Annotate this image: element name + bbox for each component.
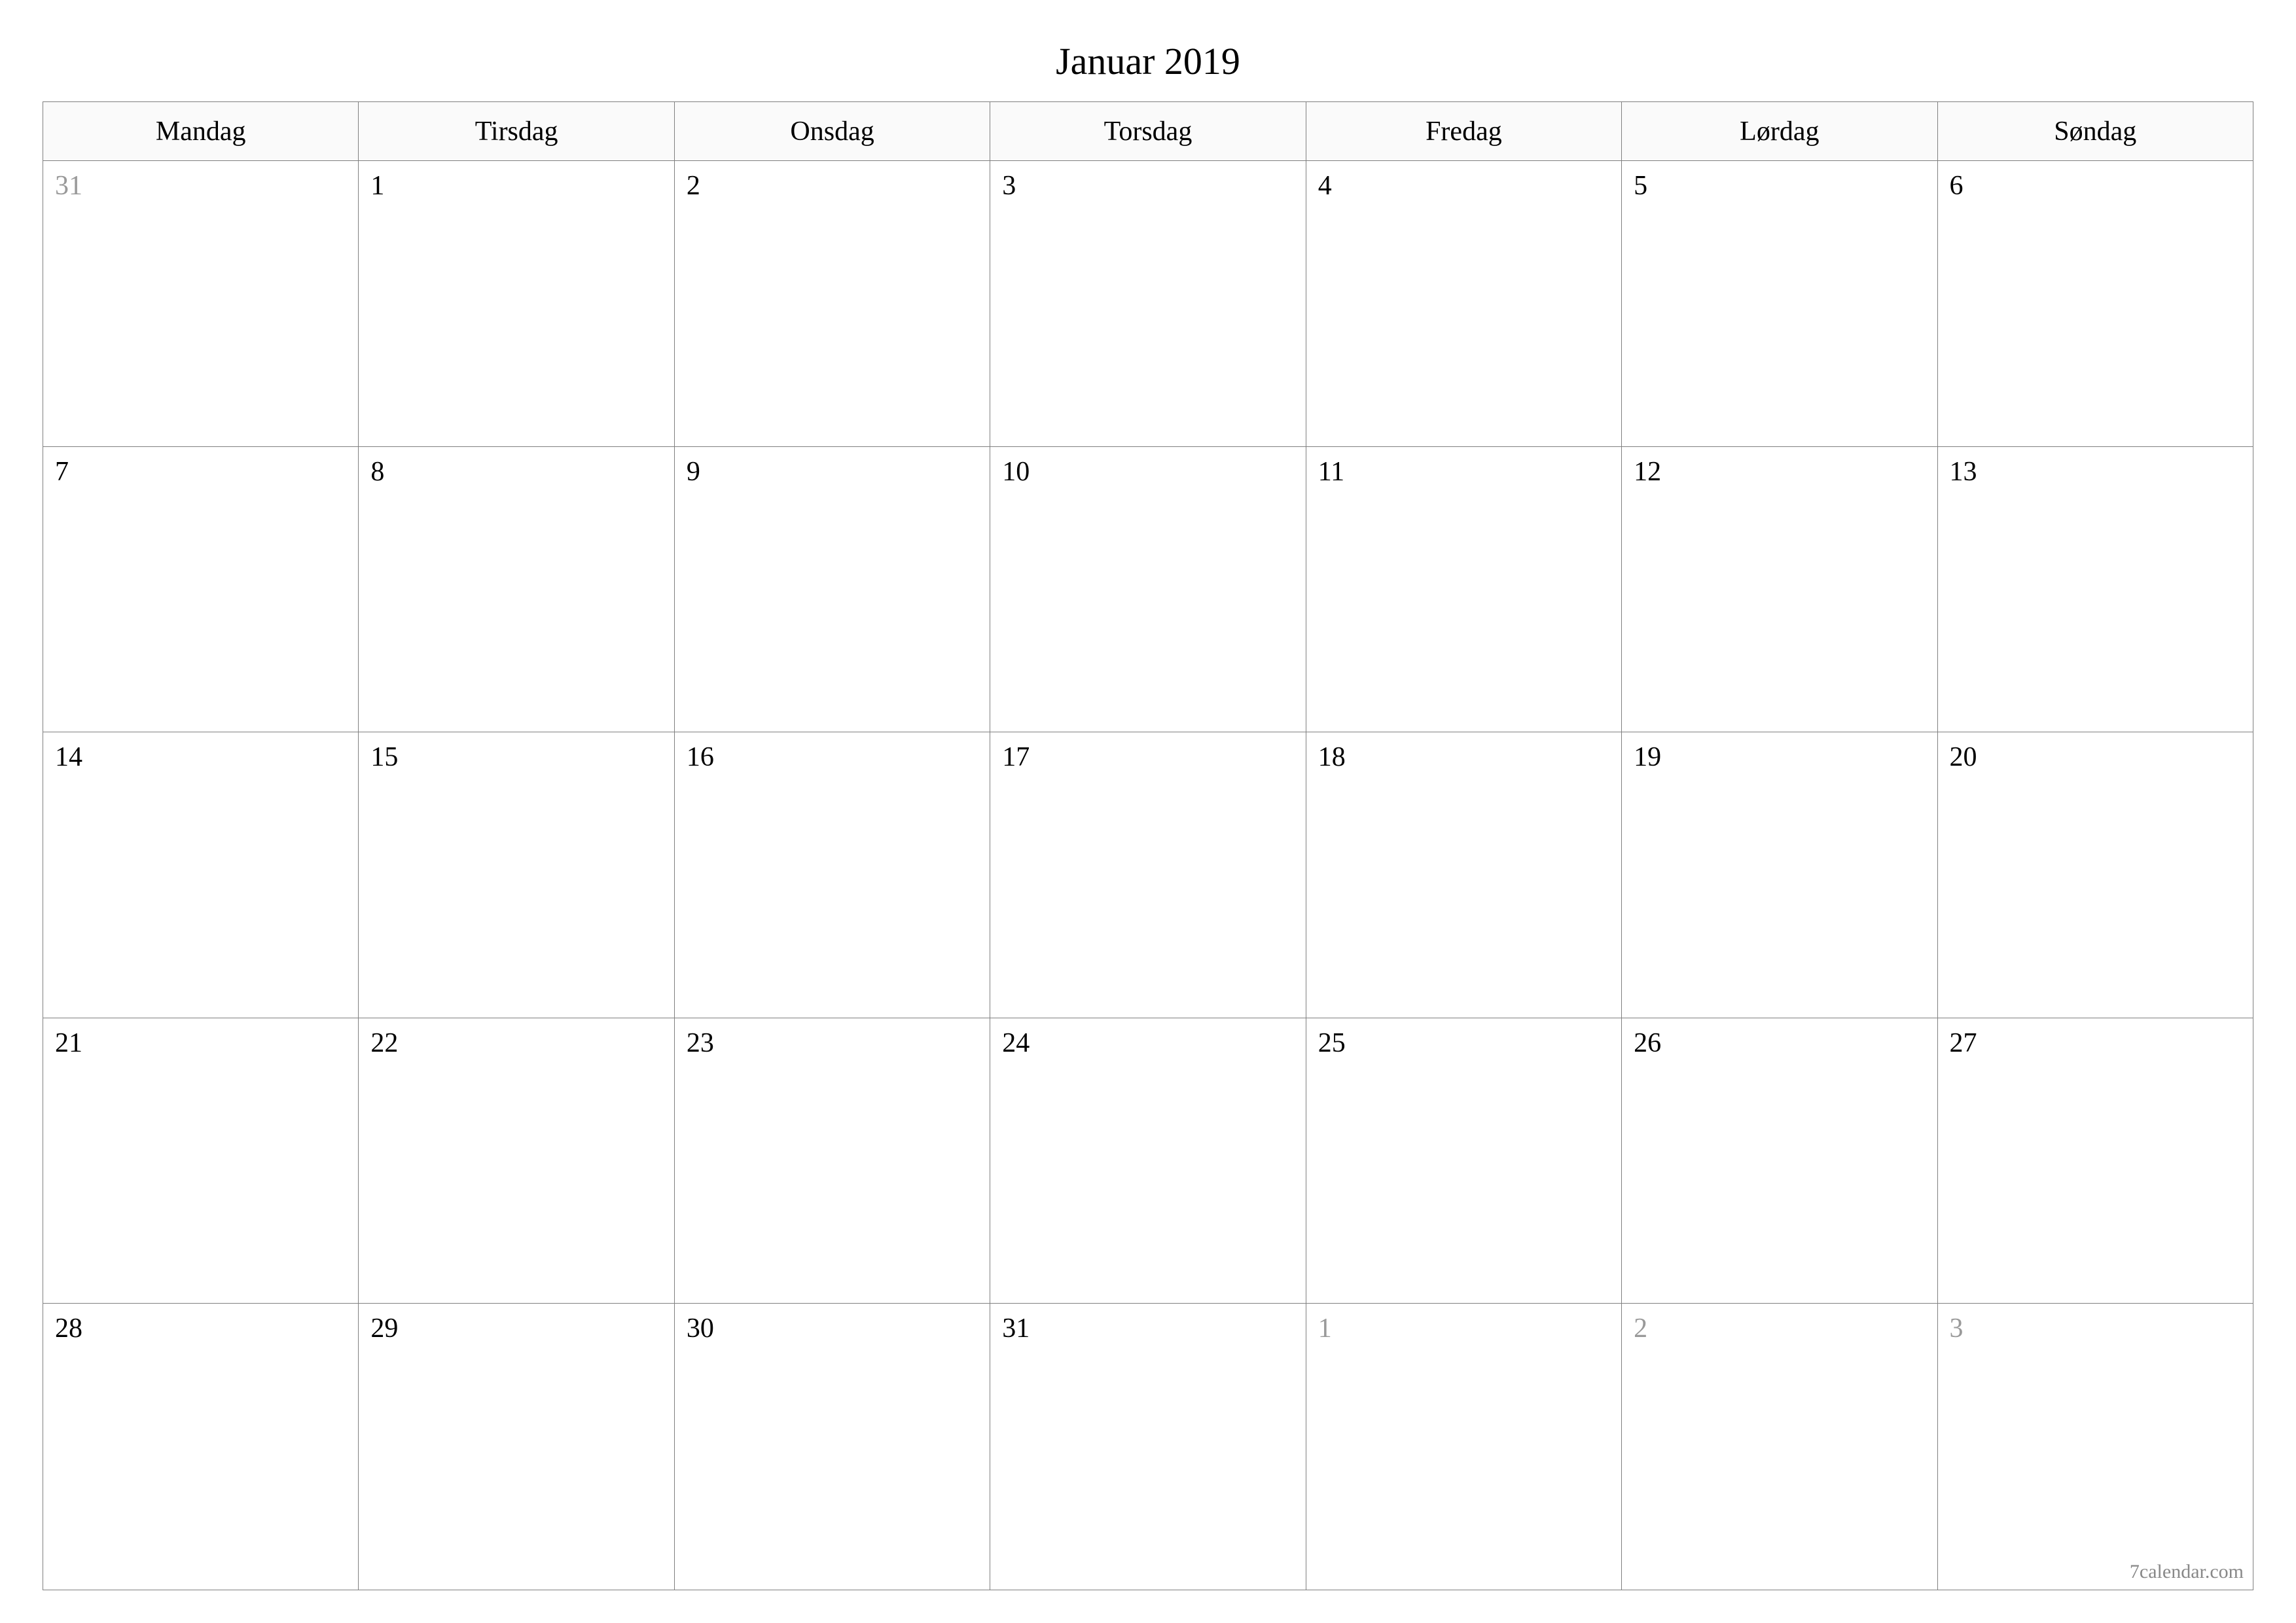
day-number: 5 [1634,171,1647,201]
day-number: 23 [687,1028,714,1058]
week-row: 31 1 2 3 4 5 6 [43,161,2253,447]
day-number: 14 [55,742,82,772]
day-number: 1 [370,171,384,201]
day-number: 22 [370,1028,398,1058]
day-cell: 7 [43,447,359,733]
day-cell: 17 [990,732,1306,1018]
day-cell: 6 [1938,161,2253,447]
day-number: 1 [1318,1313,1332,1344]
day-cell: 25 [1306,1018,1622,1304]
day-cell: 31 [990,1304,1306,1590]
day-number: 13 [1950,457,1977,487]
weekday-header: Lørdag [1622,102,1937,161]
day-cell: 18 [1306,732,1622,1018]
day-number: 11 [1318,457,1344,487]
day-number: 30 [687,1313,714,1344]
day-cell: 20 [1938,732,2253,1018]
week-row: 28 29 30 31 1 2 3 [43,1304,2253,1590]
day-cell: 14 [43,732,359,1018]
weekday-header: Onsdag [675,102,990,161]
week-row: 14 15 16 17 18 19 20 [43,732,2253,1018]
day-cell: 31 [43,161,359,447]
day-number: 2 [1634,1313,1647,1344]
day-cell: 11 [1306,447,1622,733]
day-cell: 21 [43,1018,359,1304]
day-cell: 28 [43,1304,359,1590]
day-cell: 13 [1938,447,2253,733]
day-cell: 27 [1938,1018,2253,1304]
day-number: 31 [55,171,82,201]
day-number: 10 [1002,457,1030,487]
week-row: 21 22 23 24 25 26 27 [43,1018,2253,1304]
weekday-header: Mandag [43,102,359,161]
day-cell: 19 [1622,732,1937,1018]
day-number: 17 [1002,742,1030,772]
day-cell: 5 [1622,161,1937,447]
day-number: 15 [370,742,398,772]
day-number: 24 [1002,1028,1030,1058]
day-cell: 2 [675,161,990,447]
day-cell: 1 [359,161,674,447]
week-row: 7 8 9 10 11 12 13 [43,447,2253,733]
day-cell: 8 [359,447,674,733]
calendar-grid: Mandag Tirsdag Onsdag Torsdag Fredag Lør… [43,101,2253,1590]
day-cell: 4 [1306,161,1622,447]
weekday-header: Søndag [1938,102,2253,161]
day-cell: 24 [990,1018,1306,1304]
day-cell: 15 [359,732,674,1018]
weekday-header: Fredag [1306,102,1622,161]
day-cell: 10 [990,447,1306,733]
day-cell: 30 [675,1304,990,1590]
weekday-header: Torsdag [990,102,1306,161]
day-cell: 12 [1622,447,1937,733]
day-number: 9 [687,457,700,487]
day-cell: 22 [359,1018,674,1304]
day-cell: 26 [1622,1018,1937,1304]
day-number: 16 [687,742,714,772]
day-cell: 3 [990,161,1306,447]
day-number: 3 [1002,171,1016,201]
weekday-header: Tirsdag [359,102,674,161]
day-number: 3 [1950,1313,1964,1344]
calendar-weeks: 31 1 2 3 4 5 6 7 8 9 10 11 12 13 14 15 1… [43,161,2253,1590]
day-number: 26 [1634,1028,1661,1058]
day-number: 2 [687,171,700,201]
day-cell: 9 [675,447,990,733]
day-number: 18 [1318,742,1346,772]
day-number: 19 [1634,742,1661,772]
day-number: 29 [370,1313,398,1344]
day-cell: 1 [1306,1304,1622,1590]
day-cell: 3 [1938,1304,2253,1590]
day-number: 4 [1318,171,1332,201]
day-number: 31 [1002,1313,1030,1344]
day-number: 21 [55,1028,82,1058]
day-cell: 2 [1622,1304,1937,1590]
day-number: 8 [370,457,384,487]
day-number: 20 [1950,742,1977,772]
day-cell: 23 [675,1018,990,1304]
day-number: 25 [1318,1028,1346,1058]
day-number: 6 [1950,171,1964,201]
day-number: 28 [55,1313,82,1344]
day-cell: 16 [675,732,990,1018]
day-number: 7 [55,457,69,487]
day-cell: 29 [359,1304,674,1590]
footer-credit: 7calendar.com [2130,1561,2244,1583]
day-number: 12 [1634,457,1661,487]
day-number: 27 [1950,1028,1977,1058]
weekday-header-row: Mandag Tirsdag Onsdag Torsdag Fredag Lør… [43,102,2253,161]
calendar-title: Januar 2019 [43,39,2253,83]
